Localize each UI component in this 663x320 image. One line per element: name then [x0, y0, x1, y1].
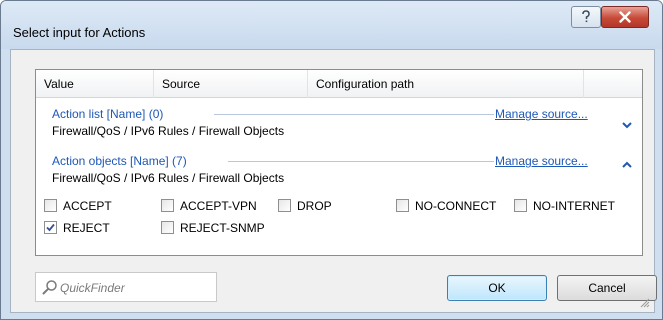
question-icon: [582, 10, 590, 23]
option-no-internet[interactable]: NO-INTERNET: [514, 198, 615, 213]
group-title-action-objects: Action objects [Name] (7): [52, 154, 187, 168]
option-drop[interactable]: DROP: [278, 198, 332, 213]
option-label: ACCEPT: [63, 198, 112, 213]
checkbox[interactable]: [396, 199, 409, 212]
column-header-source[interactable]: Source: [154, 70, 308, 98]
column-header-configuration-path[interactable]: Configuration path: [308, 70, 584, 98]
checkbox[interactable]: [161, 199, 174, 212]
column-header-value[interactable]: Value: [36, 70, 154, 98]
group-divider: [228, 161, 494, 162]
group-path-action-objects: Firewall/QoS / IPv6 Rules / Firewall Obj…: [52, 171, 285, 185]
option-label: NO-INTERNET: [533, 198, 615, 213]
help-button[interactable]: [571, 6, 601, 28]
option-label: REJECT: [63, 220, 110, 235]
checkmark-icon: [46, 223, 55, 232]
dialog-title: Select input for Actions: [13, 25, 146, 40]
checkbox[interactable]: [514, 199, 527, 212]
dialog-client-area: Value Source Configuration path Action l…: [10, 49, 657, 313]
checkbox[interactable]: [161, 221, 174, 234]
checkbox[interactable]: [44, 199, 57, 212]
ok-button[interactable]: OK: [447, 275, 547, 301]
manage-source-link-action-objects[interactable]: Manage source...: [495, 154, 588, 168]
selection-list[interactable]: Value Source Configuration path Action l…: [35, 69, 643, 256]
title-bar[interactable]: Select input for Actions: [1, 1, 662, 49]
quickfinder-placeholder: QuickFinder: [60, 281, 125, 295]
option-reject[interactable]: REJECT: [44, 220, 110, 235]
option-label: NO-CONNECT: [415, 198, 497, 213]
group-title-action-list: Action list [Name] (0): [52, 107, 164, 121]
manage-source-link-action-list[interactable]: Manage source...: [495, 107, 588, 121]
column-header-extra[interactable]: [584, 70, 642, 98]
checkbox-checked[interactable]: [44, 221, 57, 234]
column-header-row: Value Source Configuration path: [36, 70, 642, 98]
close-icon: [619, 11, 631, 23]
search-icon: [42, 280, 57, 295]
resize-grip-icon[interactable]: [640, 298, 650, 308]
option-reject-snmp[interactable]: REJECT-SNMP: [161, 220, 265, 235]
option-accept[interactable]: ACCEPT: [44, 198, 112, 213]
checkbox[interactable]: [278, 199, 291, 212]
quickfinder-input[interactable]: QuickFinder: [35, 272, 217, 302]
dialog-window: Select input for Actions Value Source Co…: [0, 0, 663, 320]
close-button[interactable]: [601, 6, 649, 28]
option-label: REJECT-SNMP: [180, 220, 265, 235]
chevron-down-icon[interactable]: [621, 120, 633, 130]
option-label: ACCEPT-VPN: [180, 198, 257, 213]
group-divider: [214, 114, 494, 115]
option-no-connect[interactable]: NO-CONNECT: [396, 198, 496, 213]
group-path-action-list: Firewall/QoS / IPv6 Rules / Firewall Obj…: [52, 124, 285, 138]
option-label: DROP: [297, 198, 332, 213]
option-accept-vpn[interactable]: ACCEPT-VPN: [161, 198, 257, 213]
chevron-up-icon[interactable]: [621, 160, 633, 170]
